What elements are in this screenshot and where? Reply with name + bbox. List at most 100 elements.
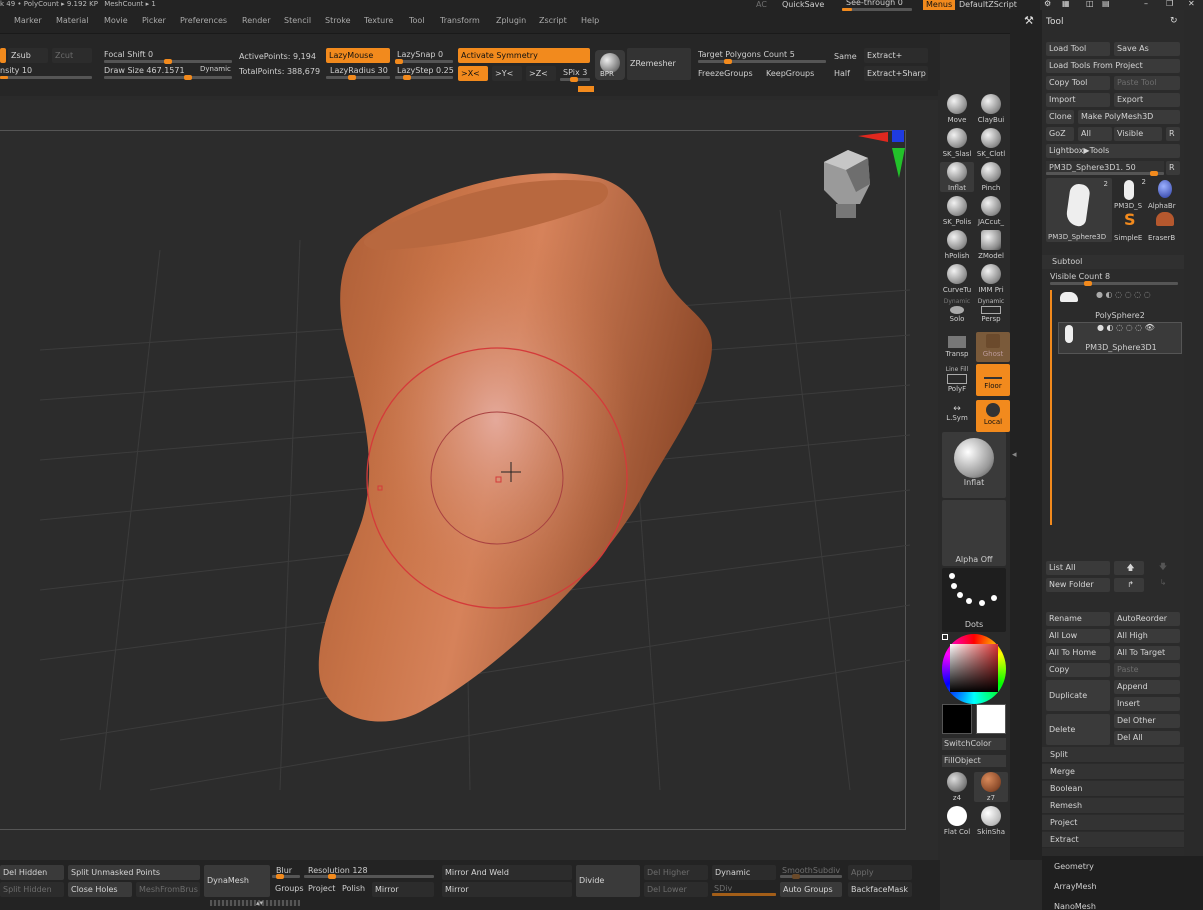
paste-button[interactable]: Paste [1114, 663, 1180, 677]
bottom-scroll-handle[interactable] [210, 900, 300, 906]
material-z4-button[interactable]: z4 [940, 772, 974, 802]
default-zscript-button[interactable]: DefaultZScript [959, 0, 1017, 10]
folder-arrow-icon[interactable]: ↱ [1114, 578, 1144, 592]
list-all-button[interactable]: List All [1046, 561, 1110, 575]
move-down-arrow-icon[interactable]: 🡇 [1148, 561, 1178, 575]
alpha-button[interactable]: Alpha Off [942, 500, 1006, 566]
main-color-swatch[interactable] [976, 704, 1006, 734]
saturation-square[interactable] [950, 644, 998, 692]
divide-button[interactable]: Divide [576, 865, 640, 897]
paste-tool-button[interactable]: Paste Tool [1114, 76, 1180, 90]
blur-track[interactable] [272, 874, 300, 879]
close-holes-button[interactable]: Close Holes [68, 882, 132, 897]
del-other-button[interactable]: Del Other [1114, 714, 1180, 728]
menu-zscript[interactable]: Zscript [539, 16, 567, 25]
lightbox-tools-button[interactable]: Lightbox▶Tools [1046, 144, 1180, 158]
see-through-slider[interactable]: See-through 0 [846, 0, 903, 8]
symmetry-y-toggle[interactable]: >Y< [492, 66, 522, 81]
goz-all-button[interactable]: All [1078, 127, 1112, 141]
split-section[interactable]: Split [1042, 747, 1184, 763]
lazyradius-track[interactable] [326, 75, 390, 80]
new-folder-button[interactable]: New Folder [1046, 578, 1110, 592]
target-polygons-slider[interactable]: Target Polygons Count 5 [698, 50, 795, 60]
ghost-button[interactable]: Ghost [976, 332, 1010, 362]
layout-icon[interactable]: ◫ [1086, 0, 1094, 8]
menu-marker[interactable]: Marker [14, 16, 42, 25]
zsub-toggle[interactable]: Zsub [8, 48, 48, 63]
mesh-from-brush-button[interactable]: MeshFromBrus [136, 882, 200, 897]
tool-thumb-eraserbrush[interactable]: EraserB [1148, 210, 1182, 242]
jacut-brush-button[interactable]: JACcut_ [974, 196, 1008, 226]
polyf-button[interactable]: Line Fill PolyF [940, 366, 974, 396]
target-polygons-track[interactable] [698, 59, 826, 64]
shelf-scroll-indicator[interactable] [578, 86, 594, 92]
insert-button[interactable]: Insert [1114, 697, 1180, 711]
dynamic-size-toggle[interactable]: Dynamic [200, 64, 231, 74]
arraymesh-palette[interactable]: ArrayMesh [1054, 882, 1097, 891]
sk-cloth-brush-button[interactable]: SK_Clotl [974, 128, 1008, 158]
mirror-button[interactable]: Mirror [442, 882, 572, 897]
load-tool-button[interactable]: Load Tool [1046, 42, 1110, 56]
subtool-header[interactable]: Subtool [1042, 255, 1184, 269]
lazyradius-slider[interactable]: LazyRadius 30 [330, 66, 388, 76]
tool-thumb-main[interactable]: 2 PM3D_Sphere3D [1046, 178, 1112, 242]
goz-button[interactable]: GoZ [1046, 127, 1074, 141]
resolution-track[interactable] [304, 874, 434, 879]
subtool-scrollbar[interactable] [1050, 290, 1052, 525]
rename-button[interactable]: Rename [1046, 612, 1110, 626]
folder-arrow-down-icon[interactable]: ↳ [1148, 578, 1178, 592]
split-hidden-button[interactable]: Split Hidden [0, 882, 64, 897]
expand-arrows-icon[interactable]: ▴▾ [256, 899, 263, 907]
duplicate-button[interactable]: Duplicate [1046, 680, 1110, 711]
sk-polish-brush-button[interactable]: SK_Polis [940, 196, 974, 226]
see-through-track[interactable] [842, 8, 912, 11]
curvetube-brush-button[interactable]: CurveTu [940, 264, 974, 294]
pinch-brush-button[interactable]: Pinch [974, 162, 1008, 192]
project-section[interactable]: Project [1042, 815, 1184, 831]
copy-button[interactable]: Copy [1046, 663, 1110, 677]
menu-material[interactable]: Material [56, 16, 89, 25]
nanomesh-palette[interactable]: NanoMesh [1054, 902, 1096, 910]
skin-shade-button[interactable]: SkinSha [974, 806, 1008, 836]
settings-icon[interactable]: ⚙ [1044, 0, 1051, 8]
menu-tool[interactable]: Tool [409, 16, 425, 25]
all-low-button[interactable]: All Low [1046, 629, 1110, 643]
geometry-palette[interactable]: Geometry [1054, 862, 1094, 871]
merge-section[interactable]: Merge [1042, 764, 1184, 780]
menu-transform[interactable]: Transform [440, 16, 480, 25]
palette-icon[interactable]: ▤ [1102, 0, 1110, 8]
inflat-brush-button[interactable]: Inflat [940, 162, 974, 192]
autoreorder-button[interactable]: AutoReorder [1114, 612, 1180, 626]
mirror-and-weld-button[interactable]: Mirror And Weld [442, 865, 572, 880]
secondary-color-swatch[interactable] [942, 704, 972, 734]
subtool-visibility-icons[interactable]: ● ◐ ◌ ◌ ◌ 👁 [1097, 323, 1155, 332]
current-tool-track[interactable] [1046, 171, 1164, 176]
del-lower-button[interactable]: Del Lower [644, 882, 708, 897]
goz-visible-button[interactable]: Visible [1114, 127, 1162, 141]
clone-button[interactable]: Clone [1046, 110, 1074, 124]
focal-shift-track[interactable] [104, 59, 232, 64]
bpr-button[interactable]: BPR [595, 50, 625, 80]
subtool-visibility-icons[interactable]: ● ◐ ◌ ◌ ◌ ◌ [1096, 290, 1151, 299]
tool-thumb-simplebrush[interactable]: S SimpleE [1114, 210, 1148, 242]
stroke-button[interactable]: Dots [942, 568, 1006, 632]
close-icon[interactable]: ✕ [1188, 0, 1195, 8]
save-as-button[interactable]: Save As [1114, 42, 1180, 56]
load-tools-from-project-button[interactable]: Load Tools From Project [1046, 59, 1180, 73]
symmetry-x-toggle[interactable]: >X< [458, 66, 488, 81]
extract-sharp-button[interactable]: Extract+Sharp [864, 66, 928, 81]
menu-stencil[interactable]: Stencil [284, 16, 311, 25]
menu-zplugin[interactable]: Zplugin [496, 16, 526, 25]
del-all-button[interactable]: Del All [1114, 731, 1180, 745]
color-picker[interactable] [942, 634, 1006, 704]
quicksave-button[interactable]: QuickSave [782, 0, 824, 10]
menu-preferences[interactable]: Preferences [180, 16, 227, 25]
extract-section[interactable]: Extract [1042, 832, 1184, 848]
fillobject-button[interactable]: FillObject [942, 755, 1006, 767]
imm-primitives-brush-button[interactable]: IMM Pri [974, 264, 1008, 294]
focal-shift-slider[interactable]: Focal Shift 0 [104, 50, 153, 60]
append-button[interactable]: Append [1114, 680, 1180, 694]
half-button[interactable]: Half [834, 69, 850, 79]
lazymouse-toggle[interactable]: LazyMouse [326, 48, 390, 63]
remesh-section[interactable]: Remesh [1042, 798, 1184, 814]
